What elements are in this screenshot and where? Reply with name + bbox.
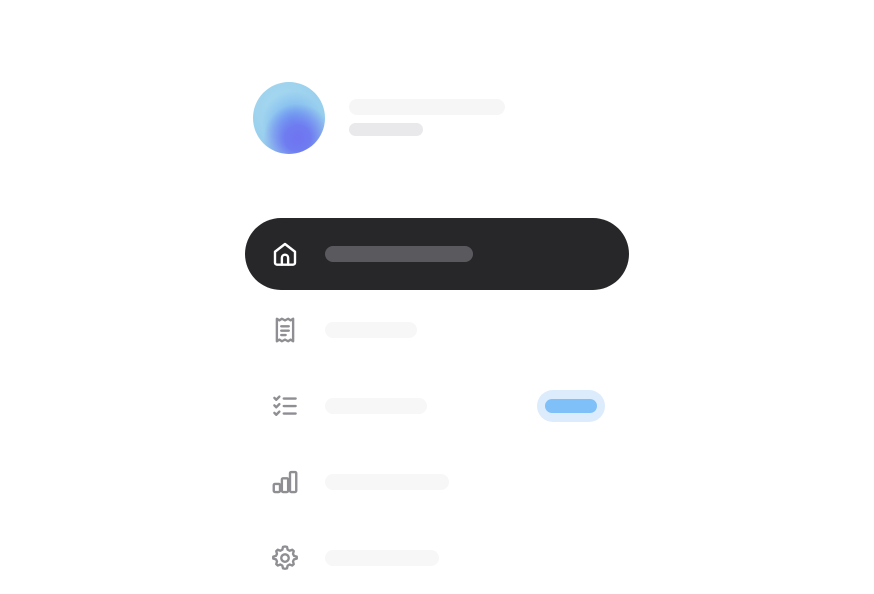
count-badge bbox=[537, 390, 605, 422]
count-badge-value bbox=[545, 399, 597, 413]
profile-name-placeholder bbox=[349, 99, 505, 115]
checklist-icon bbox=[269, 390, 301, 422]
nav-item-settings[interactable] bbox=[245, 522, 629, 594]
nav-item-home[interactable] bbox=[245, 218, 629, 290]
home-icon bbox=[269, 238, 301, 270]
nav-label-home bbox=[325, 246, 473, 262]
bar-chart-icon bbox=[269, 466, 301, 498]
receipt-icon bbox=[269, 314, 301, 346]
nav-item-analytics[interactable] bbox=[245, 446, 629, 518]
profile-header[interactable] bbox=[253, 82, 553, 154]
avatar[interactable] bbox=[253, 82, 325, 154]
nav-label-analytics bbox=[325, 474, 449, 490]
nav-list bbox=[245, 218, 629, 594]
gear-icon bbox=[269, 542, 301, 574]
nav-label-settings bbox=[325, 550, 439, 566]
nav-label-receipts bbox=[325, 322, 417, 338]
sidebar-menu-card bbox=[0, 0, 874, 594]
nav-item-tasks[interactable] bbox=[245, 370, 629, 442]
nav-label-tasks bbox=[325, 398, 427, 414]
nav-item-receipts[interactable] bbox=[245, 294, 629, 366]
profile-subtitle-placeholder bbox=[349, 123, 423, 136]
